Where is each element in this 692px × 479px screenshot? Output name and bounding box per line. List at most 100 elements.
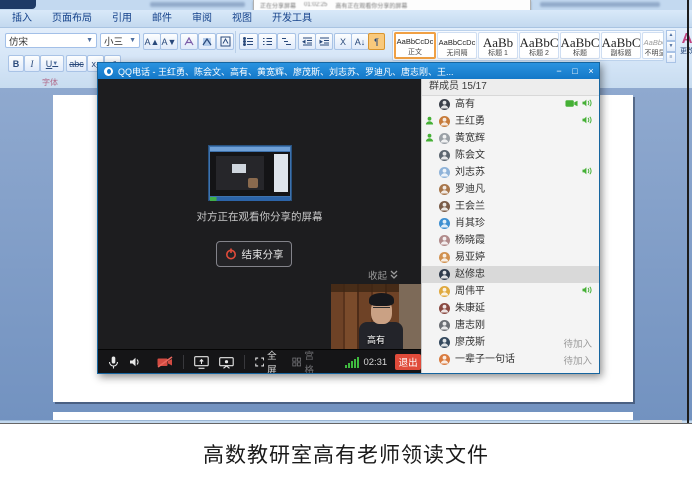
grow-font-button[interactable]: A▲ — [143, 33, 161, 50]
ribbon-tab[interactable]: 页面布局 — [42, 7, 102, 27]
member-row[interactable]: 陈会文 — [422, 147, 599, 164]
bold-button[interactable]: B — [8, 55, 24, 72]
numbering-button[interactable] — [258, 33, 277, 50]
exit-call-button[interactable]: 退出 — [395, 354, 421, 370]
member-name: 廖茂斯 — [455, 334, 485, 351]
end-share-button[interactable]: 结束分享 — [216, 241, 292, 267]
member-row[interactable]: 杨晓霞 — [422, 232, 599, 249]
ribbon-tab[interactable]: 邮件 — [142, 7, 182, 27]
sort-button[interactable]: A↓ — [351, 33, 369, 50]
hand-raised-icon — [425, 116, 434, 128]
bullets-button[interactable] — [239, 33, 258, 50]
toolbar-separator — [244, 355, 245, 369]
decrease-indent-button[interactable] — [298, 33, 316, 50]
style-gallery-item[interactable]: AaBbCcDc正文 — [394, 32, 436, 59]
gallery-more-icon[interactable]: ≡ — [666, 52, 676, 63]
ribbon-tab[interactable]: 插入 — [2, 7, 42, 27]
scroll-up-icon[interactable]: ▲ — [666, 30, 676, 41]
character-shading-button[interactable] — [198, 33, 216, 50]
speaker-on-icon — [582, 98, 592, 111]
member-row[interactable]: 周伟平 — [422, 283, 599, 300]
style-gallery-item[interactable]: AaBbCcDc不明显强调 — [642, 32, 664, 59]
style-gallery-item[interactable]: AaBbC标题 — [560, 32, 600, 59]
member-name: 王会兰 — [455, 198, 485, 215]
member-name: 肖其珍 — [455, 215, 485, 232]
member-row[interactable]: 王红勇 — [422, 113, 599, 130]
sort-label: A↓ — [355, 37, 366, 47]
toolbar-separator — [183, 355, 184, 369]
member-row[interactable]: 肖其珍 — [422, 215, 599, 232]
styles-gallery-scrollbar[interactable]: ▲ ▼ ≡ — [666, 30, 676, 61]
member-row[interactable]: 刘志苏 — [422, 164, 599, 181]
hand-raised-icon — [425, 133, 434, 145]
style-label: 标题 — [573, 49, 587, 58]
fullscreen-button[interactable]: 全屏 — [255, 348, 282, 373]
avatar — [439, 303, 450, 314]
member-row[interactable]: 罗迪凡 — [422, 181, 599, 198]
style-label: 不明显强调 — [645, 49, 665, 58]
pinyin-icon — [184, 37, 194, 47]
member-name: 黄宽辉 — [455, 130, 485, 147]
member-row[interactable]: 易亚婷 — [422, 249, 599, 266]
member-row[interactable]: 黄宽辉 — [422, 130, 599, 147]
increase-indent-button[interactable] — [315, 33, 333, 50]
member-row[interactable]: 一辈子一句话待加入 — [422, 351, 599, 368]
strikethrough-button[interactable]: abc — [66, 55, 87, 72]
style-gallery-item[interactable]: AaBbC副标题 — [601, 32, 641, 59]
asian-layout-button[interactable]: X — [334, 33, 352, 50]
share-screen-button[interactable] — [194, 356, 209, 369]
speaker-button[interactable] — [129, 356, 141, 368]
avatar — [439, 150, 450, 161]
underline-button[interactable]: U▼ — [40, 55, 64, 72]
style-gallery-item[interactable]: AaBbCcDc无间隔 — [437, 32, 477, 59]
camera-off-button[interactable] — [157, 356, 173, 368]
member-row[interactable]: 廖茂斯待加入 — [422, 334, 599, 351]
style-gallery-item[interactable]: AaBb标题 1 — [478, 32, 518, 59]
self-video-thumbnail[interactable]: 高有 — [331, 284, 421, 349]
show-marks-button[interactable]: ¶ — [368, 33, 385, 50]
ribbon-tab[interactable]: 引用 — [102, 7, 142, 27]
collapse-video-button[interactable]: 收起 — [368, 268, 399, 282]
ribbon-tab[interactable]: 审阅 — [182, 7, 222, 27]
avatar — [439, 116, 450, 127]
minimize-button[interactable]: − — [551, 63, 567, 79]
bullets-icon — [243, 37, 254, 46]
member-row[interactable]: 朱康延 — [422, 300, 599, 317]
avatar — [439, 201, 450, 212]
document-page-next — [53, 412, 633, 420]
shrink-font-button[interactable]: A▼ — [160, 33, 178, 50]
style-preview: AaBb — [483, 37, 513, 49]
avatar — [439, 184, 450, 195]
pinyin-guide-button[interactable] — [180, 33, 198, 50]
chevron-down-icon: ▼ — [129, 37, 136, 44]
indent-right-icon — [319, 37, 330, 46]
member-row[interactable]: 赵修忠 — [422, 266, 599, 283]
member-row[interactable]: 高有 — [422, 96, 599, 113]
whiteboard-button[interactable] — [219, 356, 234, 369]
change-styles-button[interactable]: A 更改 — [677, 31, 692, 56]
multilevel-list-button[interactable] — [277, 33, 296, 50]
close-button[interactable]: × — [583, 63, 599, 79]
chevron-down-icon: ▼ — [86, 37, 93, 44]
member-row[interactable]: 唐志刚 — [422, 317, 599, 334]
avatar — [439, 133, 450, 144]
character-border-button[interactable] — [216, 33, 234, 50]
ribbon-tab[interactable]: 开发工具 — [262, 7, 322, 27]
styles-gallery: AaBbCcDc正文AaBbCcDc无间隔AaBb标题 1AaBbC标题 2Aa… — [392, 30, 664, 61]
member-row[interactable]: 王会兰 — [422, 198, 599, 215]
call-toolbar: 全屏 宫格 02:31 退出 — [98, 349, 421, 373]
microphone-button[interactable] — [108, 356, 119, 369]
ribbon-tab[interactable]: 视图 — [222, 7, 262, 27]
caption-area: 高数教研室高有老师领读文件 — [0, 424, 692, 479]
style-gallery-item[interactable]: AaBbC标题 2 — [519, 32, 559, 59]
italic-button[interactable]: I — [24, 55, 40, 72]
font-size-combo[interactable]: 小三▼ — [100, 33, 140, 48]
font-name-combo[interactable]: 仿宋▼ — [5, 33, 97, 48]
maximize-button[interactable]: □ — [567, 63, 583, 79]
qq-title-bar[interactable]: QQ电话 - 王红勇、陈会文、高有、黄宽辉、廖茂斯、刘志苏、罗迪凡、唐志刚、王.… — [98, 63, 599, 79]
member-name: 一辈子一句话 — [455, 351, 515, 368]
member-name: 陈会文 — [455, 147, 485, 164]
grid-view-button[interactable]: 宫格 — [292, 348, 319, 373]
change-styles-label: 更改 — [677, 46, 692, 56]
scroll-down-icon[interactable]: ▼ — [666, 41, 676, 52]
